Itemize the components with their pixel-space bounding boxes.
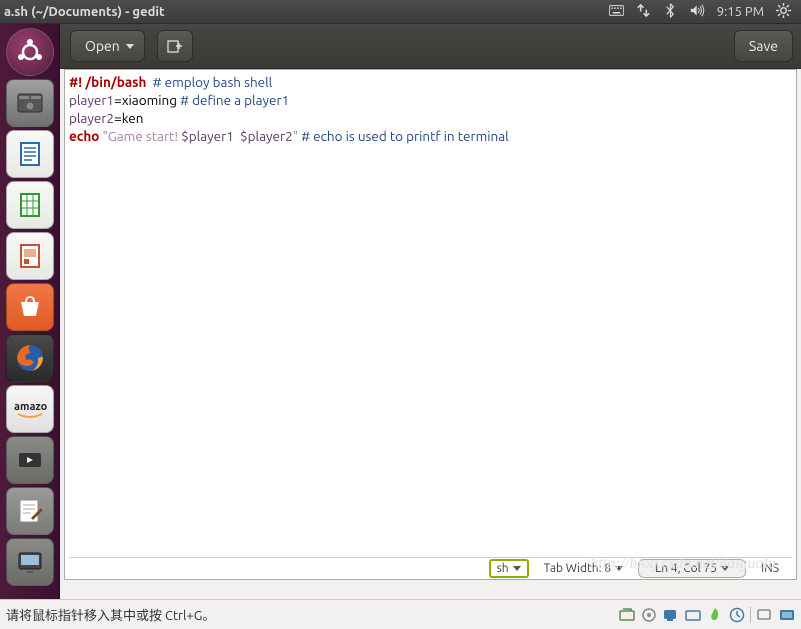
new-tab-button[interactable]: [157, 30, 193, 62]
new-tab-icon: [167, 38, 183, 54]
impress-icon: [13, 239, 47, 273]
tray-icon-6[interactable]: [728, 606, 745, 623]
tray-icon-2[interactable]: [640, 606, 657, 623]
gedit-icon: [13, 494, 47, 528]
insert-mode-label: INS: [761, 562, 779, 575]
volume-icon[interactable]: [690, 3, 705, 21]
movie-icon: [13, 443, 47, 477]
dash-button[interactable]: [6, 28, 54, 76]
open-button[interactable]: Open: [70, 30, 145, 62]
screenshot-icon: [13, 545, 47, 579]
launcher-writer[interactable]: [6, 130, 54, 178]
tray-icon-7[interactable]: [756, 606, 773, 623]
keyboard-icon[interactable]: [609, 3, 624, 21]
tray-icon-1[interactable]: [618, 606, 635, 623]
tab-width-selector[interactable]: Tab Width: 8: [535, 559, 632, 578]
firefox-icon: [12, 340, 48, 376]
chevron-down-icon: [721, 566, 729, 571]
editor-container: #! /bin/bash # employ bash shell player1…: [64, 69, 797, 580]
code-comment: # define a player1: [180, 92, 289, 108]
bottom-message: 请将鼠标指针移入其中或按 Ctrl+G。: [6, 605, 618, 624]
amazon-icon: amazon: [12, 398, 48, 420]
software-icon: [15, 292, 45, 322]
toolbar: Open Save: [0, 24, 801, 69]
text-editor[interactable]: #! /bin/bash # employ bash shell player1…: [65, 70, 796, 557]
bluetooth-icon[interactable]: [663, 3, 678, 21]
panel-indicators: 9:15 PM: [609, 3, 797, 21]
cursor-position-label: Ln 4, Col 75: [655, 562, 717, 575]
top-panel: a.sh (~/Documents) - gedit 9:15 PM: [0, 0, 801, 24]
save-button[interactable]: Save: [734, 30, 793, 62]
tab-width-label: Tab Width: 8: [544, 562, 611, 575]
calc-icon: [13, 188, 47, 222]
tray-icon-3[interactable]: [662, 606, 679, 623]
code-keyword: echo: [69, 128, 99, 144]
tray-icon-4[interactable]: [684, 606, 701, 623]
clock-text[interactable]: 9:15 PM: [717, 5, 764, 19]
svg-text:amazon: amazon: [14, 401, 48, 413]
language-label: sh: [497, 562, 509, 575]
window-title: a.sh (~/Documents) - gedit: [4, 5, 609, 19]
open-label: Open: [85, 38, 120, 54]
code-var: player1: [69, 92, 114, 108]
launcher-calc[interactable]: [6, 181, 54, 229]
launcher-firefox[interactable]: [6, 334, 54, 382]
launcher: amazon: [0, 24, 60, 599]
tray-icon-8[interactable]: [778, 606, 795, 623]
launcher-movie[interactable]: [6, 436, 54, 484]
ubuntu-icon: [15, 37, 45, 67]
code-shebang: #! /bin/bash: [69, 74, 146, 90]
code-comment: # employ bash shell: [146, 74, 272, 90]
tray-icon-5[interactable]: [706, 606, 723, 623]
bottom-bar: 请将鼠标指针移入其中或按 Ctrl+G。: [0, 599, 801, 629]
statusbar: sh Tab Width: 8 Ln 4, Col 75 INS: [69, 557, 792, 579]
launcher-amazon[interactable]: amazon: [6, 385, 54, 433]
language-selector[interactable]: sh: [489, 559, 529, 578]
save-label: Save: [749, 38, 778, 54]
system-tray: [618, 606, 795, 623]
code-comment: # echo is used to printf in terminal: [301, 128, 509, 144]
launcher-files[interactable]: [6, 79, 54, 127]
chevron-down-icon: [615, 566, 623, 571]
gear-icon[interactable]: [776, 3, 791, 21]
network-icon[interactable]: [636, 3, 651, 21]
writer-icon: [13, 137, 47, 171]
cursor-position-selector[interactable]: Ln 4, Col 75: [638, 559, 746, 578]
code-var: player2: [69, 110, 114, 126]
insert-mode-toggle[interactable]: INS: [752, 559, 788, 578]
launcher-software[interactable]: [6, 283, 54, 331]
launcher-screenshot[interactable]: [6, 538, 54, 586]
chevron-down-icon: [513, 566, 521, 571]
chevron-down-icon: [126, 44, 134, 49]
files-icon: [13, 86, 47, 120]
launcher-gedit[interactable]: [6, 487, 54, 535]
launcher-impress[interactable]: [6, 232, 54, 280]
